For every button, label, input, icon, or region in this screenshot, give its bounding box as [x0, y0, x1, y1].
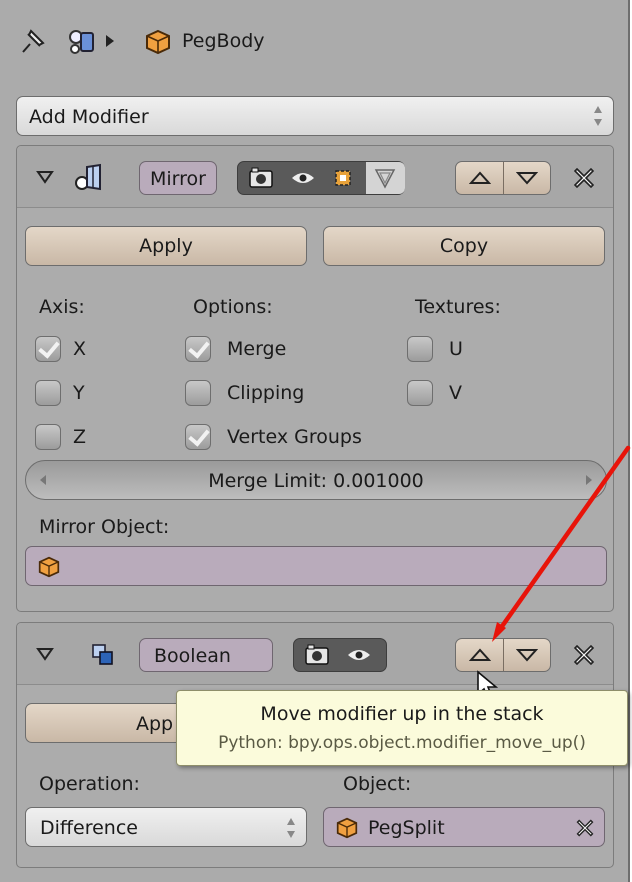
tooltip-python: Python: bpy.ops.object.modifier_move_up(…: [218, 733, 586, 753]
properties-panel: PegBody Add Modifier Mirror Apply Copy A…: [0, 0, 631, 882]
tooltip: Move modifier up in the stack Python: bp…: [176, 690, 628, 766]
tooltip-title: Move modifier up in the stack: [260, 703, 544, 725]
